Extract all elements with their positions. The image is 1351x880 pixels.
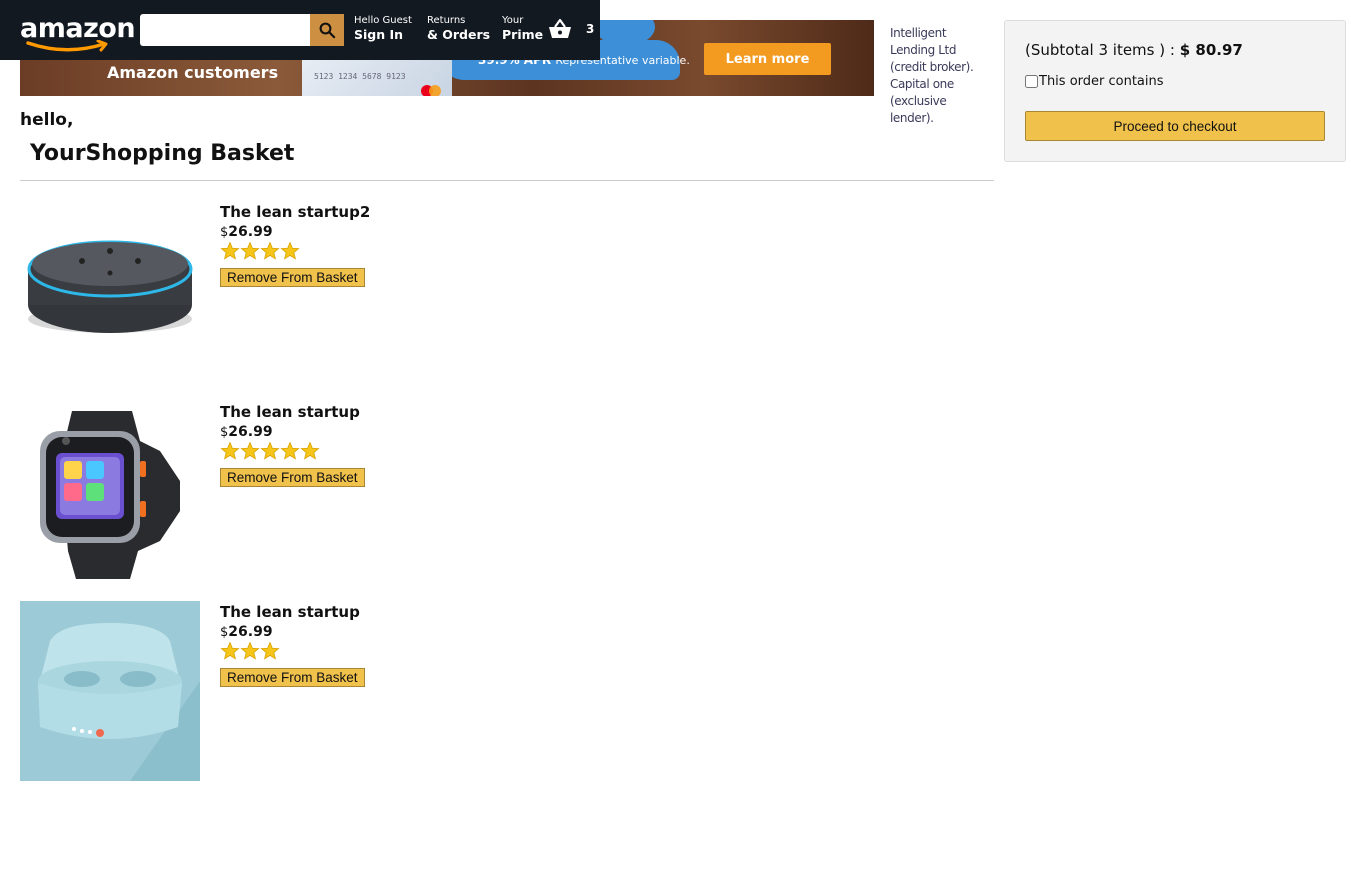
subtotal-label: (Subtotal 3 items ) :	[1025, 41, 1175, 59]
product-info: The lean startup2 $26.99 Remove From Bas…	[220, 201, 370, 287]
price-value: 26.99	[228, 224, 273, 240]
product-price: $26.99	[220, 624, 365, 640]
divider	[20, 180, 994, 181]
product-info: The lean startup $26.99 Remove From Bask…	[220, 401, 365, 487]
product-rating	[220, 441, 365, 461]
subtotal-text: (Subtotal 3 items ) : $ 80.97	[1025, 41, 1243, 59]
star-icon	[260, 441, 280, 460]
product-title[interactable]: The lean startup	[220, 603, 365, 621]
nav-line-two: Prime	[502, 27, 544, 42]
star-icon	[260, 241, 280, 260]
remove-from-basket-button[interactable]: Remove From Basket	[220, 268, 365, 287]
nav-line-two: & Orders	[427, 27, 491, 42]
nav-line-one: Hello Guest	[354, 15, 412, 26]
subtotal-amount: $ 80.97	[1179, 41, 1243, 59]
basket-link[interactable]: 3	[548, 18, 594, 40]
amazon-logo[interactable]: amazon	[20, 14, 136, 52]
page-title: YourShopping Basket	[30, 141, 295, 166]
logo-smile-icon	[26, 40, 108, 52]
product-title[interactable]: The lean startup2	[220, 203, 370, 221]
product-info: The lean startup $26.99 Remove From Bask…	[220, 601, 365, 687]
banner-disclaimer: Intelligent Lending Ltd (credit broker).…	[890, 26, 974, 125]
star-icon	[280, 441, 300, 460]
star-icon	[220, 641, 240, 660]
star-icon	[240, 641, 260, 660]
star-icon	[240, 441, 260, 460]
basket-item: The lean startup $26.99 Remove From Bask…	[20, 601, 520, 781]
gift-option[interactable]: This order contains	[1025, 74, 1164, 89]
product-image[interactable]	[20, 401, 200, 581]
product-rating	[220, 241, 370, 261]
nav-returns-orders[interactable]: Returns & Orders	[427, 16, 490, 42]
basket-item: The lean startup $26.99 Remove From Bask…	[20, 401, 520, 581]
top-navbar: amazon Hello Guest Sign In Returns & Ord…	[0, 0, 600, 60]
gift-label: This order contains	[1039, 74, 1164, 89]
search-button[interactable]	[310, 14, 344, 46]
basket-icon	[549, 18, 571, 38]
remove-from-basket-button[interactable]: Remove From Basket	[220, 668, 365, 687]
gift-checkbox[interactable]	[1025, 75, 1038, 88]
subtotal-box: (Subtotal 3 items ) : $ 80.97 This order…	[1004, 20, 1346, 162]
mastercard-icon	[421, 85, 441, 96]
learn-more-button[interactable]: Learn more	[704, 43, 831, 75]
star-icon	[220, 441, 240, 460]
search-input[interactable]	[140, 14, 310, 46]
greeting: hello,	[20, 110, 74, 130]
search-icon	[319, 22, 336, 39]
star-icon	[300, 441, 320, 460]
proceed-to-checkout-button[interactable]: Proceed to checkout	[1025, 111, 1325, 141]
star-icon	[280, 241, 300, 260]
nav-line-two: Sign In	[354, 27, 404, 42]
product-rating	[220, 641, 365, 661]
star-icon	[220, 241, 240, 260]
search-bar	[140, 14, 344, 46]
product-price: $26.99	[220, 424, 365, 440]
price-value: 26.99	[228, 424, 273, 440]
nav-line-one: Your	[502, 15, 524, 26]
product-image[interactable]	[20, 201, 200, 381]
product-price: $26.99	[220, 224, 370, 240]
nav-prime[interactable]: Your Prime	[502, 16, 543, 42]
price-value: 26.99	[228, 624, 273, 640]
star-icon	[260, 641, 280, 660]
remove-from-basket-button[interactable]: Remove From Basket	[220, 468, 365, 487]
nav-line-one: Returns	[427, 15, 466, 26]
product-image[interactable]	[20, 601, 200, 781]
banner-headline: Amazon customers	[107, 63, 279, 82]
basket-count: 3	[586, 22, 595, 36]
product-title[interactable]: The lean startup	[220, 403, 365, 421]
basket-item: The lean startup2 $26.99 Remove From Bas…	[20, 201, 520, 381]
nav-sign-in[interactable]: Hello Guest Sign In	[354, 16, 412, 42]
star-icon	[240, 241, 260, 260]
card-number: 5123 1234 5678 9123	[314, 72, 406, 81]
